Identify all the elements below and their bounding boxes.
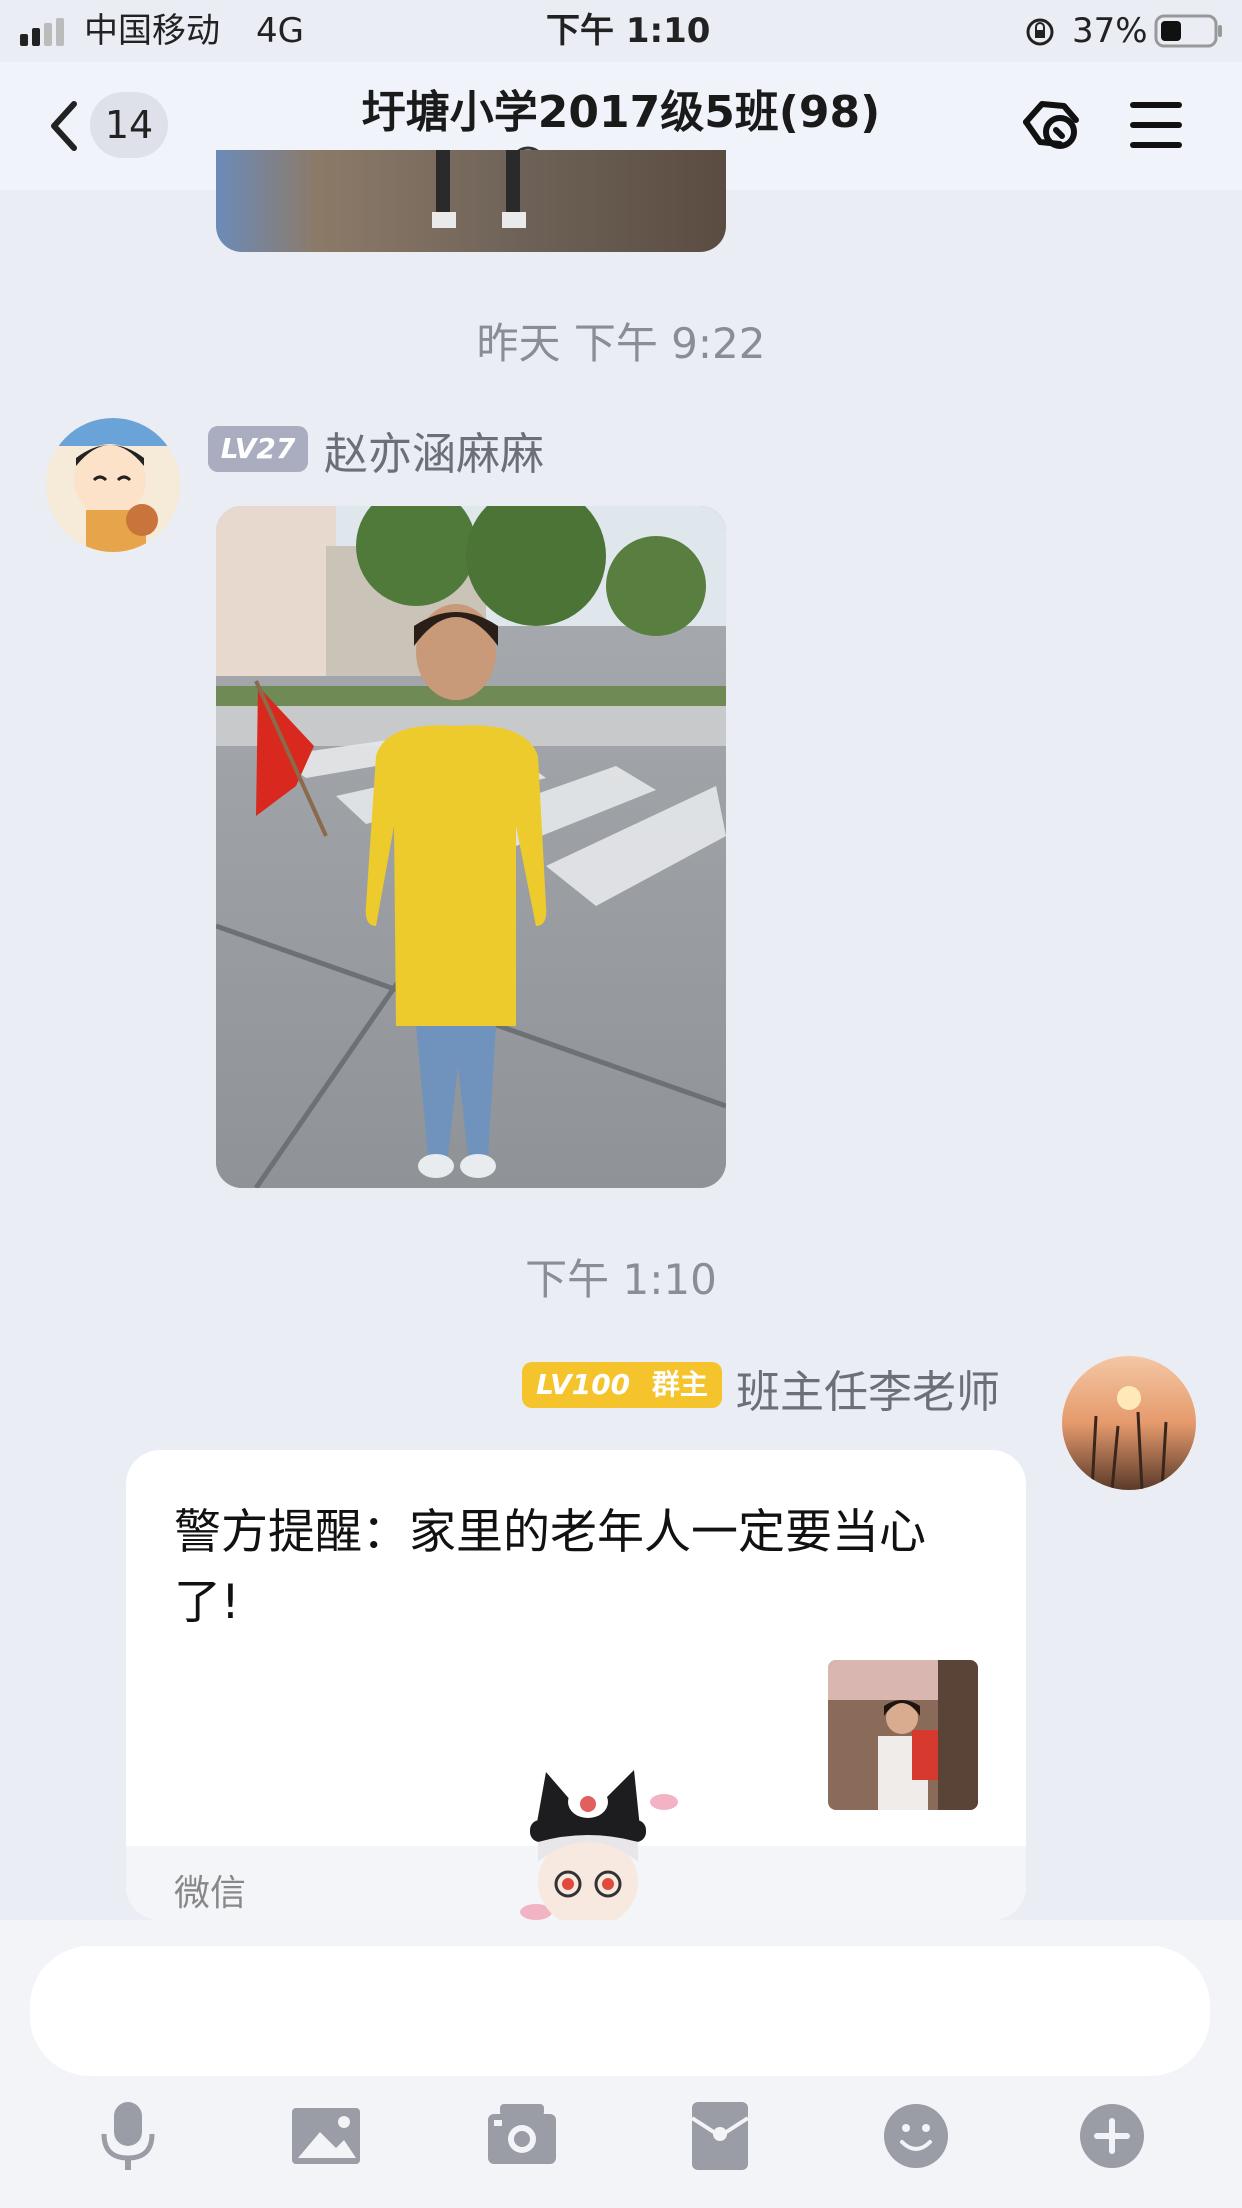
time-divider: 昨天 下午 9:22	[476, 319, 766, 368]
time-divider: 下午 1:10	[525, 1255, 717, 1304]
plus-icon[interactable]	[1072, 2096, 1152, 2176]
avatar[interactable]	[46, 418, 180, 552]
previous-photo[interactable]	[216, 150, 726, 252]
status-time: 下午 1:10	[546, 11, 711, 51]
sticker-character	[506, 1762, 686, 1920]
avatar[interactable]	[1062, 1356, 1196, 1490]
red-packet-icon[interactable]	[680, 2096, 760, 2176]
share-source: 微信	[174, 1873, 247, 1914]
link-icon[interactable]	[1016, 92, 1088, 158]
battery-percent: 37%	[1072, 11, 1148, 51]
network-label: 4G	[256, 11, 304, 51]
menu-icon[interactable]	[1128, 100, 1184, 150]
emoji-icon[interactable]	[876, 2096, 956, 2176]
chat-photo[interactable]	[216, 506, 726, 1188]
sender-name[interactable]: 班主任李老师	[736, 1356, 1000, 1420]
level-badge: LV100 群主	[522, 1362, 722, 1408]
message-input[interactable]	[30, 1946, 1210, 2076]
carrier-label: 中国移动	[84, 11, 220, 51]
signal-icon	[20, 18, 68, 46]
share-card-thumbnail	[828, 1660, 978, 1810]
rotation-lock-icon	[1024, 16, 1056, 48]
level-badge: LV27	[208, 426, 308, 472]
level-value: LV100	[536, 1368, 631, 1401]
sender-name[interactable]: 赵亦涵麻麻	[324, 418, 544, 482]
battery-icon	[1154, 14, 1224, 48]
status-bar: 中国移动 4G 下午 1:10 37%	[0, 0, 1242, 62]
camera-icon[interactable]	[482, 2096, 562, 2176]
image-icon[interactable]	[286, 2096, 366, 2176]
microphone-icon[interactable]	[88, 2096, 168, 2176]
share-card-title: 警方提醒：家里的老年人一定要当心了!	[174, 1505, 926, 1630]
owner-role: 群主	[651, 1368, 708, 1401]
share-card[interactable]: 警方提醒：家里的老年人一定要当心了! 微信	[126, 1450, 1026, 1920]
